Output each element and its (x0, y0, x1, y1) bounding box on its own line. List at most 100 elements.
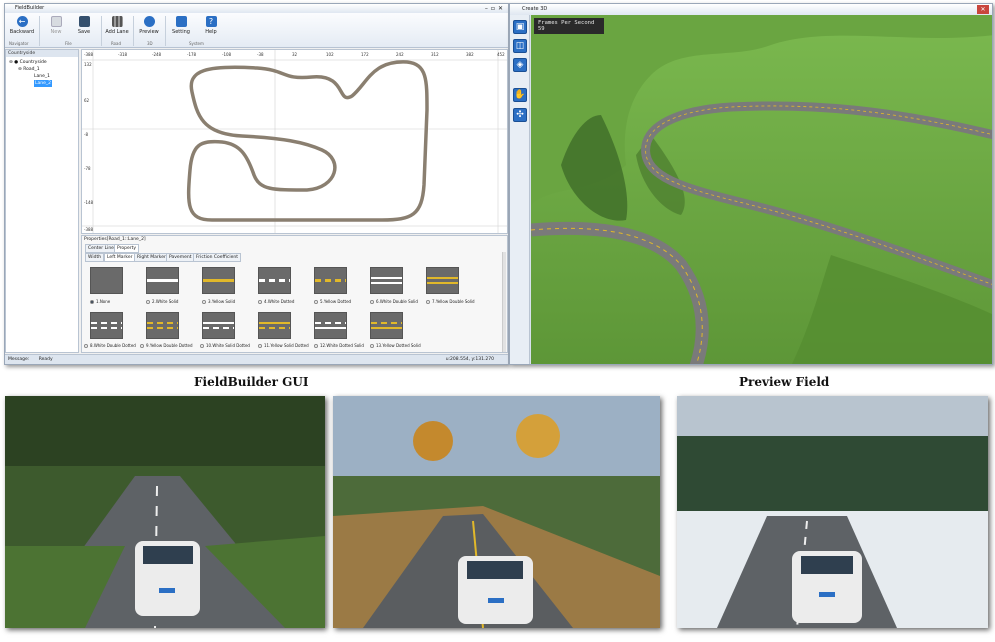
subtab-pavement[interactable]: Pavement (166, 253, 195, 262)
save-disk-icon (78, 16, 90, 27)
ribbon-group-system: System (189, 41, 204, 46)
marker-white-dotted-solid-swatch[interactable] (314, 312, 347, 339)
x-tick: -248 (152, 52, 162, 57)
marker-option[interactable]: 13.Yellow Dotted Solid (370, 343, 421, 348)
setting-button[interactable]: Setting (166, 16, 196, 35)
x-tick: 312 (431, 52, 439, 57)
fps-counter: Frames Per Second 59 (534, 18, 604, 34)
create3d-title: Create 3D (522, 6, 548, 12)
cursor-coords: u:208.554, y:131.270 (445, 357, 494, 362)
marker-option[interactable]: 6.White Double Solid (370, 299, 418, 304)
navigate-icon[interactable]: ◈ (513, 58, 527, 72)
fieldbuilder-titlebar: FieldBuilder –▫✕ (5, 4, 508, 13)
marker-option[interactable]: 3.Yellow Solid (202, 299, 235, 304)
tree-node-root[interactable]: ⊖ ● Countryside (9, 59, 47, 66)
preview-image-autumn-road (333, 396, 660, 628)
subtab-width[interactable]: Width (85, 253, 105, 262)
x-tick: -318 (118, 52, 128, 57)
ribbon-group-file: File (65, 41, 72, 46)
tree-node-road[interactable]: ⊖ Road_1 (18, 66, 40, 73)
marker-white-dotted-swatch[interactable] (258, 267, 291, 294)
x-tick: 172 (361, 52, 369, 57)
track-path (186, 60, 429, 222)
hand-icon[interactable]: ✋ (513, 88, 527, 102)
road-editor-canvas[interactable]: -388 -318 -248 -178 -108 -38 32 102 172 … (81, 49, 508, 234)
close-icon[interactable]: ✕ (977, 5, 989, 14)
properties-scrollbar[interactable] (502, 252, 506, 352)
ribbon-group-road: Road (111, 41, 122, 46)
marker-option[interactable]: 8.White Double Dotted (84, 343, 136, 348)
tab-property[interactable]: Property (114, 244, 140, 253)
save-button[interactable]: Save (69, 16, 99, 35)
subtab-right-marker[interactable]: Right Marker (134, 253, 169, 262)
create3d-titlebar: Create 3D ✕ (510, 4, 992, 15)
window-controls[interactable]: –▫✕ (485, 4, 506, 13)
marker-white-solid-dotted-swatch[interactable] (202, 312, 235, 339)
scene-tree: Countryside ⊖ ● Countryside ⊖ Road_1 Lan… (5, 49, 79, 353)
fieldbuilder-window: FieldBuilder –▫✕ ← Backward New Save Add… (4, 3, 509, 365)
setting-icon (175, 16, 187, 27)
new-button[interactable]: New (41, 16, 71, 35)
marker-none-swatch[interactable] (90, 267, 123, 294)
marker-option[interactable]: 11.Yellow Solid Dotted (258, 343, 309, 348)
preview-button[interactable]: Preview (134, 16, 164, 35)
x-tick: -388 (84, 52, 94, 57)
ribbon-group-navigator: Navigator (9, 41, 29, 46)
road-layout-svg (82, 50, 507, 233)
marker-option[interactable]: 12.White Dotted Solid (314, 343, 364, 348)
subtab-friction-coefficient[interactable]: Friction Coefficient (193, 253, 242, 262)
y-tick: 62 (84, 98, 90, 103)
fit-view-icon[interactable]: ✣ (513, 108, 527, 122)
marker-option[interactable]: 1.None (90, 299, 110, 304)
marker-yellow-dotted-swatch[interactable] (314, 267, 347, 294)
marker-yellow-solid-dotted-swatch[interactable] (258, 312, 291, 339)
caption-right: Preview Field (739, 375, 830, 389)
marker-yellow-double-solid-swatch[interactable] (426, 267, 459, 294)
marker-option[interactable]: 4.White Dotted (258, 299, 294, 304)
marker-yellow-dotted-solid-swatch[interactable] (370, 312, 403, 339)
preview-image-forest-road (5, 396, 325, 628)
marker-white-solid-swatch[interactable] (146, 267, 179, 294)
subtab-left-marker[interactable]: Left Marker (104, 253, 136, 262)
backward-arrow-icon: ← (16, 16, 28, 27)
x-tick: 382 (466, 52, 474, 57)
eye-icon (143, 16, 155, 27)
tree-node-lane-2[interactable]: Lane_2 (34, 80, 52, 87)
status-label: Message: (8, 357, 30, 362)
help-button[interactable]: ? Help (196, 16, 226, 35)
x-tick: 102 (326, 52, 334, 57)
marker-option[interactable]: 9.Yellow Double Dotted (140, 343, 193, 348)
x-tick: 32 (292, 52, 298, 57)
3d-viewport[interactable]: Frames Per Second 59 (531, 15, 992, 364)
window-title: FieldBuilder (15, 5, 45, 11)
y-tick: -388 (84, 227, 94, 232)
marker-yellow-solid-swatch[interactable] (202, 267, 235, 294)
marker-option[interactable]: 10.White Solid Dotted (200, 343, 250, 348)
tab-center-line[interactable]: Center Line (85, 244, 117, 253)
layout-split-icon[interactable]: ◫ (513, 39, 527, 53)
new-document-icon (50, 16, 62, 27)
y-tick: 132 (84, 62, 92, 67)
ribbon-toolbar: ← Backward New Save Add Lane Preview Set… (5, 13, 508, 48)
marker-option[interactable]: 7.Yellow Double Solid (426, 299, 475, 304)
x-tick: -108 (222, 52, 232, 57)
create3d-window: Create 3D ✕ ▣ ◫ ◈ ✋ ✣ Frames Per Second … (509, 3, 993, 365)
marker-white-double-solid-swatch[interactable] (370, 267, 403, 294)
radio-selected[interactable] (90, 300, 94, 304)
marker-yellow-double-dotted-swatch[interactable] (146, 312, 179, 339)
marker-option[interactable]: 5.Yellow Dotted (314, 299, 351, 304)
add-lane-button[interactable]: Add Lane (102, 16, 132, 35)
x-tick: 452 (497, 52, 505, 57)
marker-white-double-dotted-swatch[interactable] (90, 312, 123, 339)
status-message: Ready (38, 357, 53, 362)
tree-node-lane-1[interactable]: Lane_1 (34, 73, 50, 80)
preview-image-snow-road (677, 396, 988, 628)
status-bar: Message: Ready u:208.554, y:131.270 (5, 354, 508, 364)
y-tick: -78 (84, 166, 91, 171)
ribbon-group-3d: 3D (147, 41, 153, 46)
layout-single-icon[interactable]: ▣ (513, 20, 527, 34)
marker-option[interactable]: 2.White Solid (146, 299, 178, 304)
y-tick: -8 (84, 132, 88, 137)
terrain-render (531, 15, 992, 364)
backward-button[interactable]: ← Backward (7, 16, 37, 35)
